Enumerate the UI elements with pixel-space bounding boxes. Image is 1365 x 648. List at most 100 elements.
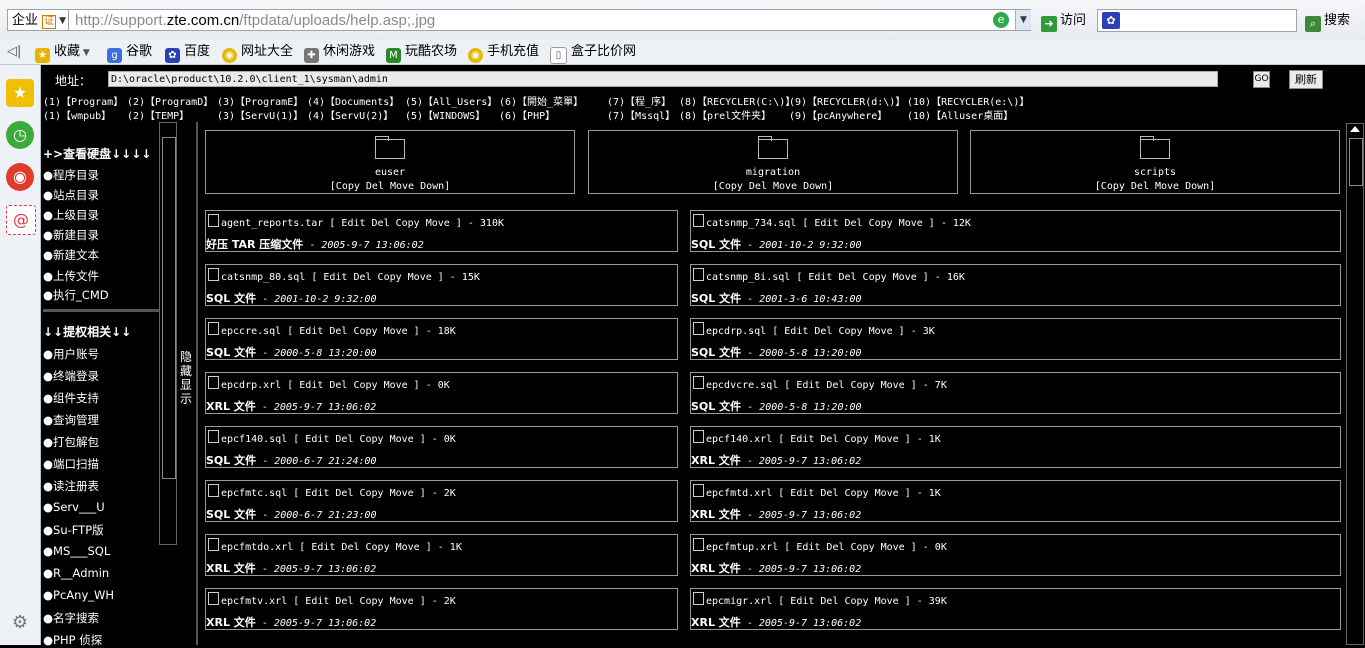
file-name[interactable]: catsnmp_80.sql	[221, 272, 305, 283]
search-button[interactable]: ⌕ 搜索	[1305, 11, 1350, 32]
file-actions[interactable]: [ Edit Del Copy Move ]	[287, 380, 419, 391]
file-name[interactable]: epcfmtdo.xrl	[221, 542, 293, 553]
quick-link[interactable]: (6)【開始_菜單】	[499, 93, 583, 108]
file-actions[interactable]: [ Edit Del Copy Move ]	[293, 596, 425, 607]
menu-scrollbar[interactable]	[159, 122, 177, 545]
menu-item[interactable]: ●上传文件	[43, 268, 99, 284]
file-actions[interactable]: [ Edit Del Copy Move ]	[293, 434, 425, 445]
quick-link[interactable]: (10)【Alluser桌面】	[907, 107, 1013, 122]
folder-name[interactable]: euser	[206, 167, 574, 178]
quick-link[interactable]: (10)【RECYCLER(e:\)】	[907, 93, 1029, 108]
sidebar-toggle-icon[interactable]: ◁|	[7, 42, 21, 62]
file-card[interactable]: epcmigr.xrl [ Edit Del Copy Move ] - 39K…	[690, 588, 1341, 630]
quick-link[interactable]: (6)【PHP】	[499, 107, 555, 122]
page-scrollbar[interactable]	[1346, 123, 1364, 645]
file-card[interactable]: catsnmp_80.sql [ Edit Del Copy Move ] - …	[205, 264, 678, 306]
folder-card[interactable]: euser [Copy Del Move Down]	[205, 130, 575, 194]
search-input[interactable]: ✿	[1097, 9, 1297, 32]
file-card[interactable]: epcdrp.sql [ Edit Del Copy Move ] - 3K SQ…	[690, 318, 1341, 360]
menu-item[interactable]: ●打包解包	[43, 434, 99, 450]
fav-link-baidu[interactable]: ✿ 百度	[165, 42, 210, 63]
quick-link[interactable]: (4)【ServU(2)】	[307, 107, 393, 122]
file-card[interactable]: epcdrp.xrl [ Edit Del Copy Move ] - 0K XR…	[205, 372, 678, 414]
quick-link[interactable]: (8)【prel文件夹】	[679, 107, 771, 122]
quick-link[interactable]: (7)【Mssql】	[607, 107, 675, 122]
scroll-up-icon[interactable]	[1350, 126, 1360, 132]
folder-name[interactable]: scripts	[971, 167, 1339, 178]
quick-link[interactable]: (9)【pcAnywhere】	[789, 107, 887, 122]
file-card[interactable]: epcf140.xrl [ Edit Del Copy Move ] - 1K X…	[690, 426, 1341, 468]
file-actions[interactable]: [ Edit Del Copy Move ]	[287, 326, 419, 337]
file-actions[interactable]: [ Edit Del Copy Move ]	[796, 272, 928, 283]
menu-item[interactable]: ●读注册表	[43, 478, 99, 494]
file-card[interactable]: epcfmtdo.xrl [ Edit Del Copy Move ] - 1K…	[205, 534, 678, 576]
folder-actions[interactable]: [Copy Del Move Down]	[589, 181, 957, 192]
url-history-dropdown[interactable]: ▼	[1015, 10, 1031, 30]
weibo-icon[interactable]: ◉	[6, 163, 34, 191]
menu-item[interactable]: ●Serv___U	[43, 500, 105, 514]
file-actions[interactable]: [ Edit Del Copy Move ]	[311, 272, 443, 283]
file-name[interactable]: agent_reports.tar	[221, 218, 323, 229]
menu-item[interactable]: ●PHP 侦探	[43, 632, 102, 648]
file-name[interactable]: epcfmtc.sql	[221, 488, 287, 499]
file-card[interactable]: epcfmtv.xrl [ Edit Del Copy Move ] - 2K X…	[205, 588, 678, 630]
file-name[interactable]: epcdvcre.sql	[706, 380, 778, 391]
visit-button[interactable]: ➜ 访问	[1041, 11, 1086, 32]
menu-item[interactable]: ●查询管理	[43, 412, 99, 428]
menu-item[interactable]: ●执行_CMD	[43, 287, 109, 303]
file-name[interactable]: epcfmtd.xrl	[706, 488, 772, 499]
fav-link-price[interactable]: ▯ 盒子比价网	[550, 42, 636, 64]
quick-link[interactable]: (7)【程_序】	[607, 93, 671, 108]
file-card[interactable]: epcfmtup.xrl [ Edit Del Copy Move ] - 0K…	[690, 534, 1341, 576]
file-card[interactable]: epcf140.sql [ Edit Del Copy Move ] - 0K S…	[205, 426, 678, 468]
baidu-paw-icon[interactable]: ✿	[1102, 12, 1120, 29]
file-actions[interactable]: [ Edit Del Copy Move ]	[784, 380, 916, 391]
file-name[interactable]: epcf140.sql	[221, 434, 287, 445]
menu-item[interactable]: ●站点目录	[43, 187, 99, 203]
menu-item[interactable]: ●组件支持	[43, 390, 99, 406]
file-card[interactable]: agent_reports.tar [ Edit Del Copy Move ]…	[205, 210, 678, 252]
file-actions[interactable]: [ Edit Del Copy Move ]	[772, 326, 904, 337]
menu-item[interactable]: ●R__Admin	[43, 566, 109, 580]
folder-actions[interactable]: [Copy Del Move Down]	[206, 181, 574, 192]
gear-icon[interactable]: ⚙	[6, 609, 34, 637]
folder-actions[interactable]: [Copy Del Move Down]	[971, 181, 1339, 192]
menu-item[interactable]: ●Su-FTP版	[43, 522, 104, 538]
file-card[interactable]: catsnmp_8i.sql [ Edit Del Copy Move ] - …	[690, 264, 1341, 306]
quick-link[interactable]: (3)【ServU(1)】	[217, 107, 303, 122]
mail-icon[interactable]: @	[6, 205, 36, 235]
quick-link[interactable]: (9)【RECYCLER(d:\)】	[789, 93, 905, 108]
quick-link[interactable]: (8)【RECYCLER(C:\)】	[679, 93, 795, 108]
file-card[interactable]: epccre.sql [ Edit Del Copy Move ] - 18K S…	[205, 318, 678, 360]
quick-link[interactable]: (5)【All_Users】	[405, 93, 497, 108]
quick-link[interactable]: (5)【WINDOWS】	[405, 107, 485, 122]
file-actions[interactable]: [ Edit Del Copy Move ]	[802, 218, 934, 229]
file-card[interactable]: epcfmtc.sql [ Edit Del Copy Move ] - 2K S…	[205, 480, 678, 522]
file-actions[interactable]: [ Edit Del Copy Move ]	[778, 434, 910, 445]
folder-card[interactable]: scripts [Copy Del Move Down]	[970, 130, 1340, 194]
go-button[interactable]: GO	[1253, 71, 1270, 88]
file-name[interactable]: epcfmtup.xrl	[706, 542, 778, 553]
file-name[interactable]: epcmigr.xrl	[706, 596, 772, 607]
file-actions[interactable]: [ Edit Del Copy Move ]	[293, 488, 425, 499]
menu-item[interactable]: ●用户账号	[43, 346, 99, 362]
scroll-thumb[interactable]	[1349, 138, 1363, 186]
file-name[interactable]: epcdrp.xrl	[221, 380, 281, 391]
menu-item[interactable]: ●新建目录	[43, 227, 99, 243]
fav-link-farm[interactable]: M 玩酷农场	[386, 42, 457, 63]
menu-item[interactable]: ●MS___SQL	[43, 544, 110, 558]
favorites-button[interactable]: ★ 收藏 ▼	[35, 42, 90, 63]
fav-link-recharge[interactable]: ◉ 手机充值	[468, 42, 539, 63]
quick-link[interactable]: (4)【Documents】	[307, 93, 399, 108]
fav-link-google[interactable]: g 谷歌	[107, 42, 152, 63]
refresh-button[interactable]: 刷新	[1289, 70, 1323, 89]
menu-item[interactable]: ●上级目录	[43, 207, 99, 223]
file-card[interactable]: catsnmp_734.sql [ Edit Del Copy Move ] -…	[690, 210, 1341, 252]
hide-show-toggle[interactable]: 隐藏 显示	[179, 350, 193, 406]
quick-link[interactable]: (1)【wmpub】	[43, 107, 111, 122]
file-name[interactable]: catsnmp_8i.sql	[706, 272, 790, 283]
menu-item[interactable]: ●程序目录	[43, 167, 99, 183]
quick-link[interactable]: (1)【Program】	[43, 93, 123, 108]
file-name[interactable]: epccre.sql	[221, 326, 281, 337]
file-actions[interactable]: [ Edit Del Copy Move ]	[329, 218, 461, 229]
